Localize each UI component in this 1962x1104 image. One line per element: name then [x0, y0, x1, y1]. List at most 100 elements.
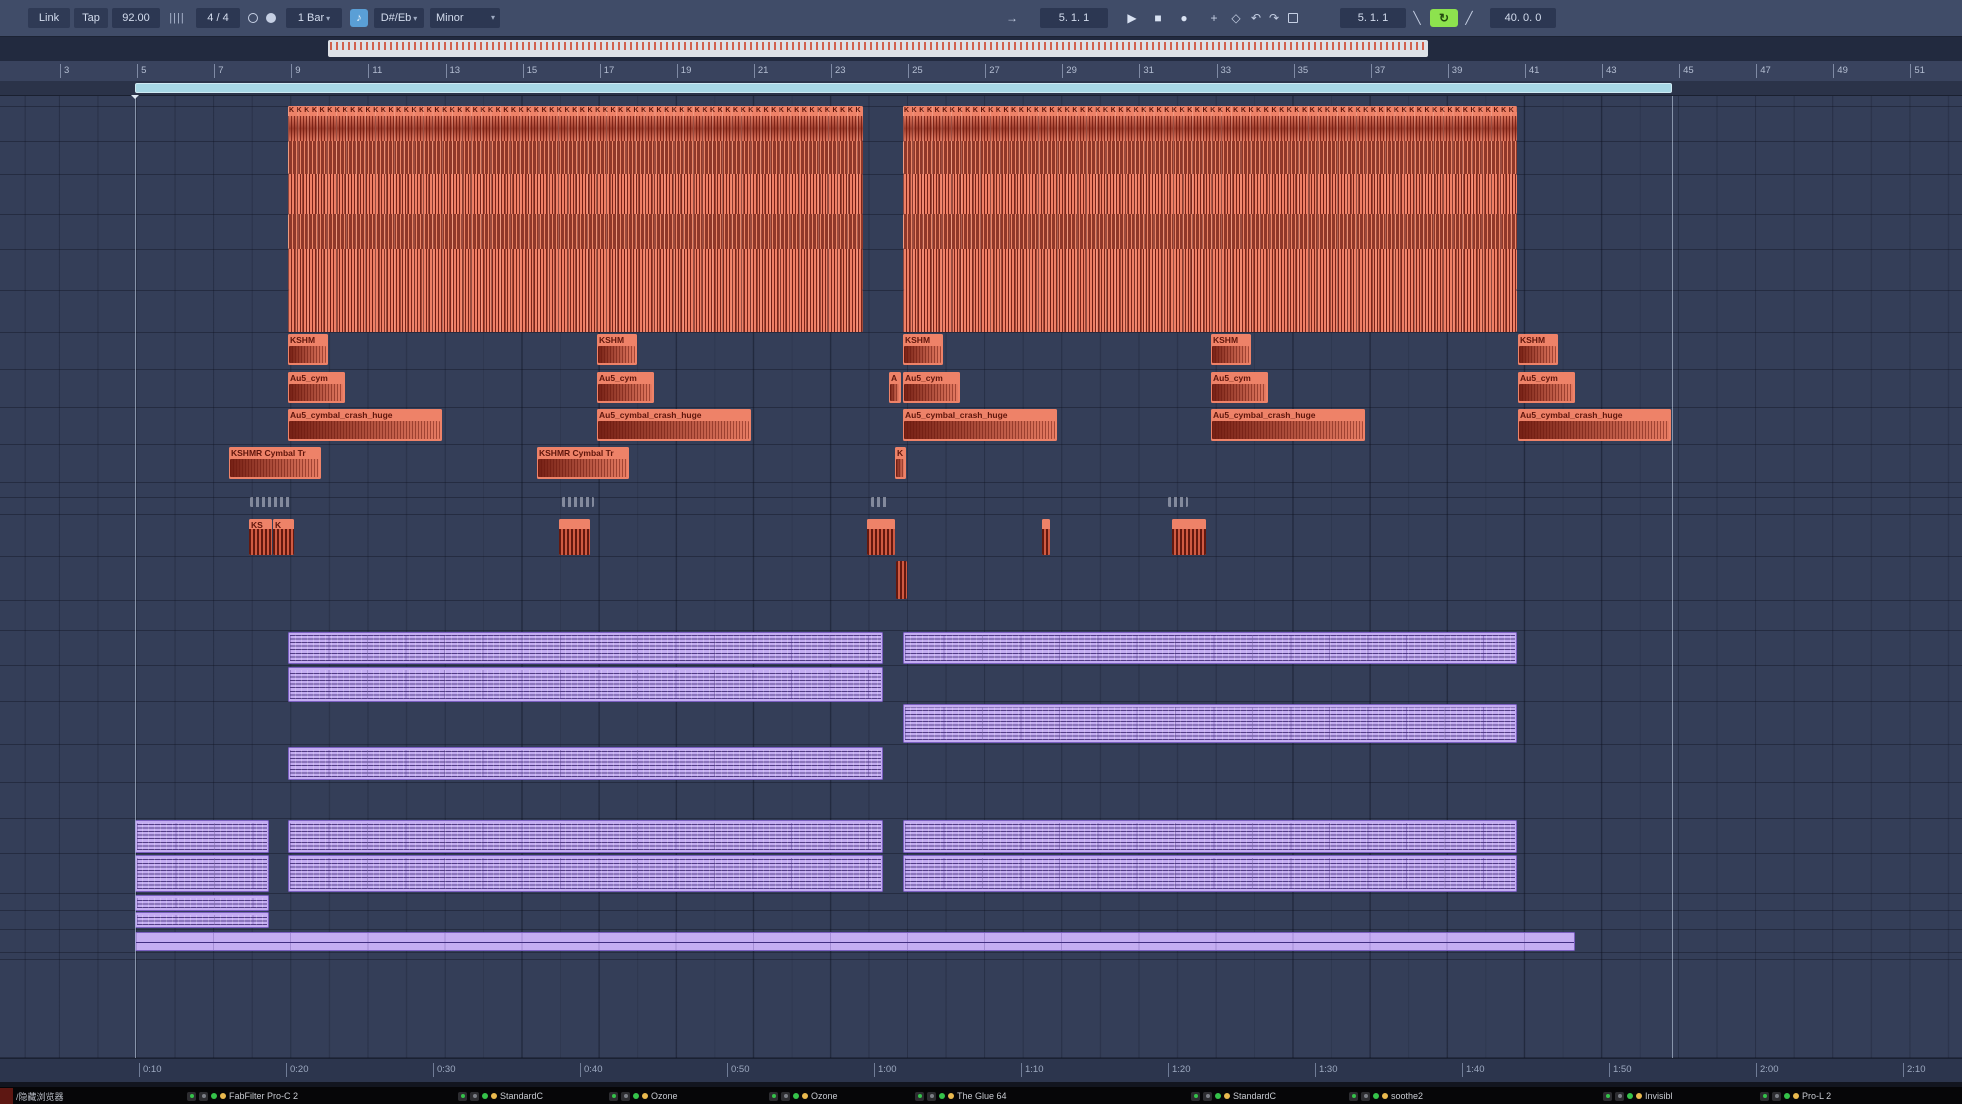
metronome-dot-icon[interactable] — [266, 13, 276, 23]
audio-clip-drums[interactable] — [288, 174, 863, 214]
loop-start-field[interactable]: 5. 1. 1 — [1340, 8, 1406, 28]
clip-fragment[interactable] — [1168, 497, 1188, 507]
audio-clip-cymbal-crash[interactable]: Au5_cymbal_crash_huge — [1518, 409, 1671, 441]
arrangement-position-field[interactable]: 5. 1. 1 — [1040, 8, 1108, 28]
midi-clip[interactable] — [135, 820, 269, 853]
midi-clip[interactable] — [288, 747, 883, 780]
audio-clip-au5-cym[interactable]: Au5_cym — [288, 372, 345, 403]
audio-clip-kshm[interactable]: KSHM — [288, 334, 328, 365]
audio-clip-fill[interactable]: K — [273, 519, 294, 555]
midi-clip[interactable] — [135, 855, 269, 892]
automation-arm-icon[interactable]: ◇ — [1228, 8, 1244, 28]
record-button[interactable]: ● — [1174, 8, 1194, 28]
audio-clip-fill[interactable] — [1172, 519, 1206, 555]
fade-out-icon[interactable]: ╱ — [1462, 8, 1476, 28]
audio-clip-cymbal-transition[interactable]: KSHMR Cymbal Tr — [537, 447, 629, 479]
audio-clip-kshm[interactable]: KSHM — [1211, 334, 1251, 365]
audio-clip-cymbal-crash[interactable]: Au5_cymbal_crash_huge — [1211, 409, 1365, 441]
plugin-window-entry[interactable]: StandardC — [458, 1090, 543, 1102]
scale-name-selector[interactable]: Minor▾ — [430, 8, 500, 28]
plugin-window-entry[interactable]: Pro-L 2 — [1760, 1090, 1831, 1102]
audio-clip-au5-cym[interactable]: Au5_cym — [1211, 372, 1268, 403]
audio-clip-cymbal-crash[interactable]: Au5_cymbal_crash_huge — [903, 409, 1057, 441]
audio-clip-drums[interactable] — [288, 214, 863, 249]
audio-clip-fill[interactable] — [896, 561, 907, 599]
plugin-window-entry[interactable]: soothe2 — [1349, 1090, 1423, 1102]
play-button[interactable]: ▶ — [1122, 8, 1142, 28]
audio-clip-drums[interactable]: KKKKKKKKKKKKKKKKKKKKKKKKKKKKKKKKKKKKKKKK… — [903, 106, 1517, 141]
audio-clip-drums[interactable] — [288, 290, 863, 332]
expand-icon[interactable] — [1288, 13, 1298, 23]
overdub-plus-icon[interactable]: + — [1206, 8, 1222, 28]
time-signature-field[interactable]: 4 / 4 — [196, 8, 240, 28]
loop-boundary-marker[interactable] — [135, 95, 136, 1058]
scrub-area[interactable] — [0, 81, 1962, 96]
audio-clip-drums[interactable] — [903, 141, 1517, 174]
midi-clip[interactable] — [288, 820, 883, 853]
loop-boundary-marker[interactable] — [1672, 95, 1673, 1058]
clip-fragment[interactable] — [562, 497, 594, 507]
audio-clip-cymbal-transition[interactable]: KSHMR Cymbal Tr — [229, 447, 321, 479]
redo-arrow-icon[interactable]: ↷ — [1266, 8, 1282, 28]
midi-clip-long[interactable] — [135, 932, 1575, 951]
audio-clip-au5-cym[interactable]: Au5_cym — [903, 372, 960, 403]
audio-clip-fill[interactable] — [1042, 519, 1050, 555]
follow-button[interactable]: → — [1003, 8, 1021, 28]
fade-in-icon[interactable]: ╲ — [1410, 8, 1424, 28]
audio-clip-fill[interactable]: KS — [249, 519, 272, 555]
midi-clip[interactable] — [135, 895, 269, 911]
plugin-window-entry[interactable]: StandardC — [1191, 1090, 1276, 1102]
midi-clip[interactable] — [288, 667, 883, 702]
metronome-icon[interactable] — [248, 13, 258, 23]
minute-second-ruler[interactable]: 0:100:200:300:400:501:001:101:201:301:40… — [0, 1058, 1962, 1083]
tap-tempo-button[interactable]: Tap — [74, 8, 108, 28]
loop-toggle-button[interactable]: ↻ — [1430, 9, 1458, 27]
undo-arrow-icon[interactable]: ↶ — [1248, 8, 1264, 28]
audio-clip-drums[interactable] — [903, 214, 1517, 249]
midi-clip[interactable] — [288, 632, 883, 664]
midi-clip[interactable] — [903, 820, 1517, 853]
audio-clip-fill[interactable] — [867, 519, 895, 555]
arrangement-overview[interactable] — [0, 37, 1962, 62]
audio-clip-kshm[interactable]: KSHM — [903, 334, 943, 365]
plugin-window-entry[interactable]: The Glue 64 — [915, 1090, 1007, 1102]
plugin-window-entry[interactable]: Invisibl — [1603, 1090, 1673, 1102]
clip-fragment[interactable] — [871, 497, 889, 507]
audio-clip-drums[interactable] — [288, 249, 863, 290]
loop-length-field[interactable]: 40. 0. 0 — [1490, 8, 1556, 28]
audio-clip-au5-cym[interactable]: Au5_cym — [597, 372, 654, 403]
midi-clip[interactable] — [903, 632, 1517, 664]
hide-browser-button[interactable]: /隐藏浏览器 — [16, 1090, 64, 1103]
plugin-window-entry[interactable]: FabFilter Pro-C 2 — [187, 1090, 298, 1102]
audio-clip-drums[interactable] — [288, 141, 863, 174]
midi-clip[interactable] — [288, 855, 883, 892]
audio-clip-kshm[interactable]: KSHM — [597, 334, 637, 365]
scale-root-selector[interactable]: D#/Eb▾ — [374, 8, 424, 28]
scale-mode-icon[interactable]: ♪ — [350, 9, 368, 27]
overview-song-band[interactable] — [328, 40, 1428, 57]
audio-clip-cymbal-crash[interactable]: Au5_cymbal_crash_huge — [597, 409, 751, 441]
beat-time-ruler[interactable]: 3579111315171921232527293133353739414345… — [0, 61, 1962, 81]
audio-clip-cymbal-transition[interactable]: K — [895, 447, 906, 479]
loop-brace[interactable] — [135, 83, 1672, 93]
audio-clip-au5-cym[interactable]: Au5_cym — [1518, 372, 1575, 403]
link-button[interactable]: Link — [28, 8, 70, 28]
audio-clip-kshm[interactable]: KSHM — [1518, 334, 1558, 365]
audio-clip-cymbal-crash[interactable]: Au5_cymbal_crash_huge — [288, 409, 442, 441]
audio-clip-drums[interactable] — [903, 249, 1517, 290]
tempo-field[interactable]: 92.00 — [112, 8, 160, 28]
nudge-meter-icon[interactable]: |||| — [164, 8, 190, 28]
clip-fragment[interactable] — [250, 497, 292, 507]
midi-clip[interactable] — [903, 855, 1517, 892]
audio-clip-drums[interactable] — [903, 290, 1517, 332]
stop-button[interactable]: ■ — [1148, 8, 1168, 28]
quantization-selector[interactable]: 1 Bar▾ — [286, 8, 342, 28]
audio-clip-drums[interactable] — [903, 174, 1517, 214]
audio-clip-fill[interactable] — [559, 519, 590, 555]
midi-clip[interactable] — [903, 704, 1517, 743]
midi-clip[interactable] — [135, 912, 269, 928]
plugin-window-entry[interactable]: Ozone — [769, 1090, 838, 1102]
audio-clip-drums[interactable]: KKKKKKKKKKKKKKKKKKKKKKKKKKKKKKKKKKKKKKKK… — [288, 106, 863, 141]
plugin-window-entry[interactable]: Ozone — [609, 1090, 678, 1102]
audio-clip-au5-cym[interactable]: A — [889, 372, 901, 403]
